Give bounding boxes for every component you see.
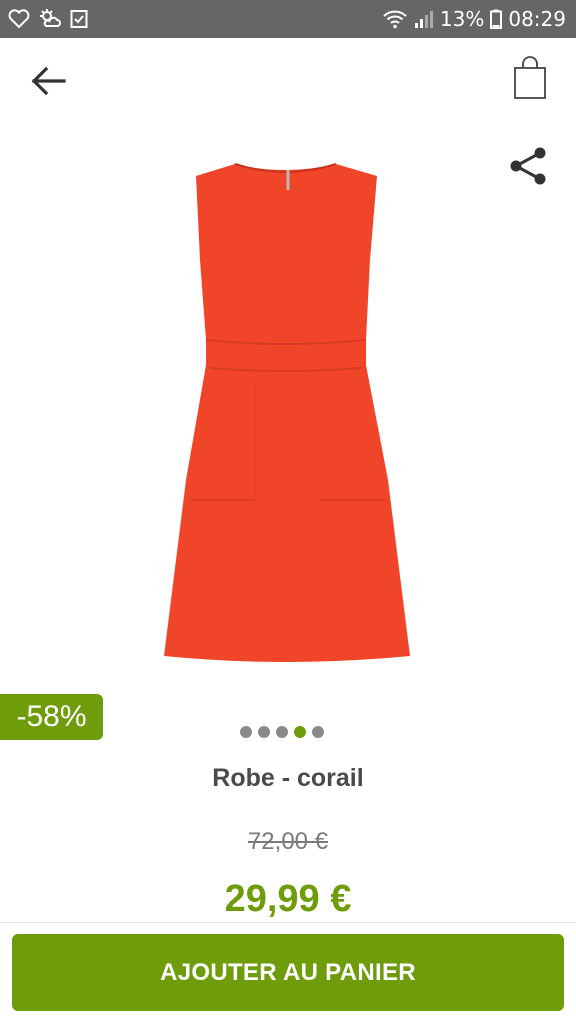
checkbox-icon [70,9,88,29]
carousel-dot[interactable] [276,726,288,738]
weather-icon [38,8,62,30]
product-image-dress[interactable] [140,150,430,670]
divider [0,922,576,923]
app-bar [0,38,576,122]
share-button[interactable] [500,138,556,194]
battery-percent: 13% [439,7,485,31]
image-carousel-indicator [240,726,324,738]
shopping-bag-button[interactable] [504,52,556,104]
sale-price: 29,99 € [224,878,352,920]
carousel-dot-active[interactable] [294,726,306,738]
product-title: Robe - corail [212,764,364,792]
carousel-dot[interactable] [258,726,270,738]
status-bar: 13% 08:29 [0,0,576,38]
carousel-dot[interactable] [312,726,324,738]
status-bar-notifications [8,0,88,38]
status-bar-system: 13% 08:29 [382,0,566,38]
shopping-bag-icon [514,56,546,99]
arrow-left-icon [31,66,66,96]
heart-icon [8,9,30,29]
discount-badge: -58% [0,694,103,740]
back-button[interactable] [22,60,74,102]
battery-icon [490,9,503,29]
carousel-dot[interactable] [240,726,252,738]
signal-icon [414,9,434,29]
wifi-icon [382,9,408,29]
share-icon [510,147,546,185]
old-price: 72,00 € [247,828,329,855]
add-to-cart-button[interactable]: AJOUTER AU PANIER [12,934,564,1011]
clock: 08:29 [508,7,566,31]
